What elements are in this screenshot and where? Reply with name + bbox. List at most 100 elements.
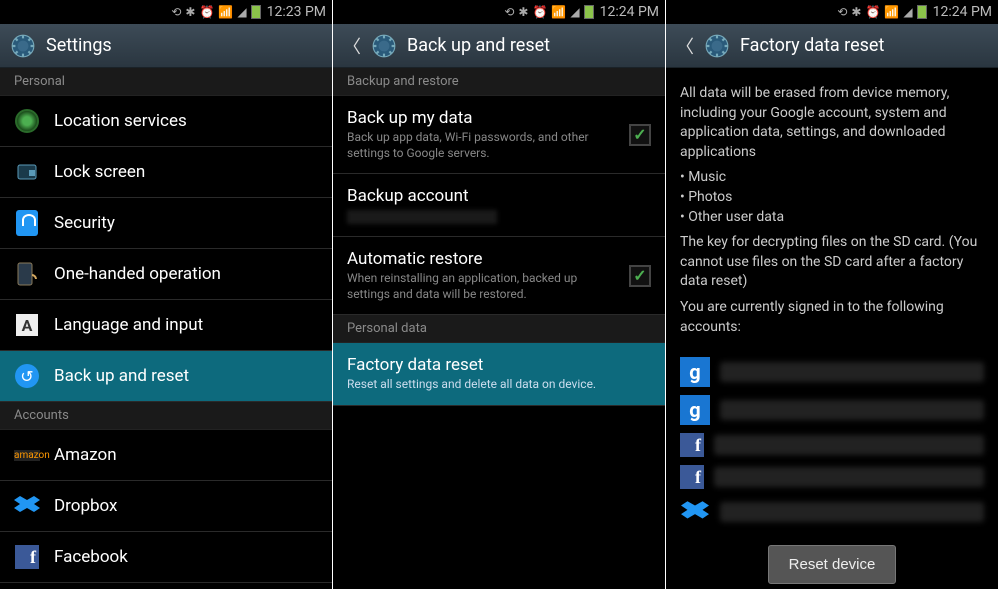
- section-backup-restore: Backup and restore: [333, 68, 665, 96]
- page-title: Settings: [46, 35, 112, 56]
- facebook-icon: f: [680, 465, 704, 489]
- item-label: One-handed operation: [54, 264, 318, 284]
- header: 〈 Factory data reset: [666, 24, 998, 68]
- wifi-icon: 📶: [884, 5, 899, 19]
- redacted-account: [347, 210, 497, 224]
- item-label: Factory data reset: [347, 355, 651, 375]
- item-security[interactable]: Security: [0, 198, 332, 249]
- dropbox-icon: [14, 493, 40, 519]
- item-label: Back up and reset: [54, 366, 318, 386]
- sync-icon: ⟲: [837, 5, 847, 19]
- header: Settings: [0, 24, 332, 68]
- section-personal-data: Personal data: [333, 315, 665, 343]
- alarm-icon: ⏰: [532, 5, 547, 19]
- item-automatic-restore[interactable]: Automatic restore When reinstalling an a…: [333, 237, 665, 315]
- alarm-icon: ⏰: [199, 5, 214, 19]
- google-icon: g: [680, 357, 710, 387]
- hand-icon: [14, 261, 40, 287]
- item-dropbox[interactable]: Dropbox: [0, 481, 332, 532]
- item-label: Automatic restore: [347, 249, 615, 269]
- item-facebook[interactable]: f Facebook: [0, 532, 332, 583]
- account-row-google: g: [666, 353, 998, 391]
- signed-in-text: You are currently signed in to the follo…: [680, 298, 984, 337]
- item-one-handed[interactable]: One-handed operation: [0, 249, 332, 300]
- item-subtitle: When reinstalling an application, backed…: [347, 271, 615, 302]
- account-row-dropbox: [666, 493, 998, 531]
- signal-icon: ◢: [237, 5, 246, 19]
- page-title: Back up and reset: [407, 35, 550, 56]
- item-label: Location services: [54, 111, 318, 131]
- sd-key-text: The key for decrypting files on the SD c…: [680, 233, 984, 292]
- facebook-icon: f: [15, 545, 39, 569]
- item-location-services[interactable]: Location services: [0, 96, 332, 147]
- status-bar: ⟲ ✱ ⏰ 📶 ◢ 12:24 PM: [333, 0, 665, 24]
- signal-icon: ◢: [903, 5, 912, 19]
- language-icon: A: [16, 314, 38, 336]
- account-row-facebook: f: [666, 429, 998, 461]
- status-bar: ⟲ ✱ ⏰ 📶 ◢ 12:23 PM: [0, 0, 332, 24]
- bluetooth-icon: ✱: [185, 5, 195, 19]
- item-language[interactable]: A Language and input: [0, 300, 332, 351]
- battery-icon: [251, 5, 261, 19]
- item-label: Lock screen: [54, 162, 318, 182]
- bullet-item: Other user data: [680, 208, 984, 228]
- bullet-item: Music: [680, 168, 984, 188]
- screen-factory-reset: ⟲ ✱ ⏰ 📶 ◢ 12:24 PM 〈 Factory data reset …: [666, 0, 999, 589]
- item-label: Facebook: [54, 547, 318, 567]
- gear-icon: [704, 33, 730, 59]
- item-backup-my-data[interactable]: Back up my data Back up app data, Wi-Fi …: [333, 96, 665, 174]
- redacted-account: [720, 400, 984, 420]
- item-label: Dropbox: [54, 496, 318, 516]
- item-lock-screen[interactable]: Lock screen: [0, 147, 332, 198]
- back-icon[interactable]: 〈: [676, 33, 694, 59]
- item-label: Back up my data: [347, 108, 615, 128]
- clock: 12:24 PM: [933, 4, 992, 20]
- item-label: Backup account: [347, 186, 651, 206]
- backup-icon: ↺: [15, 364, 39, 388]
- gear-icon: [10, 33, 36, 59]
- item-subtitle: Back up app data, Wi-Fi passwords, and o…: [347, 130, 615, 161]
- bullet-list: Music Photos Other user data: [680, 168, 984, 227]
- item-factory-reset[interactable]: Factory data reset Reset all settings an…: [333, 343, 665, 406]
- item-amazon[interactable]: amazon Amazon: [0, 430, 332, 481]
- checkbox-backup-my-data[interactable]: [629, 124, 651, 146]
- clock: 12:24 PM: [600, 4, 659, 20]
- reset-description: All data will be erased from device memo…: [666, 68, 998, 353]
- section-personal: Personal: [0, 68, 332, 96]
- lock-icon: [14, 159, 40, 185]
- alarm-icon: ⏰: [865, 5, 880, 19]
- screen-backup-reset: ⟲ ✱ ⏰ 📶 ◢ 12:24 PM 〈 Back up and reset B…: [333, 0, 666, 589]
- amazon-icon: amazon: [14, 450, 40, 461]
- sync-icon: ⟲: [171, 5, 181, 19]
- account-row-google: g: [666, 391, 998, 429]
- bullet-item: Photos: [680, 188, 984, 208]
- dropbox-icon: [680, 497, 710, 527]
- clock: 12:23 PM: [267, 4, 326, 20]
- item-backup-account[interactable]: Backup account: [333, 174, 665, 237]
- item-backup-reset[interactable]: ↺ Back up and reset: [0, 351, 332, 402]
- header: 〈 Back up and reset: [333, 24, 665, 68]
- shield-icon: [16, 210, 38, 236]
- bluetooth-icon: ✱: [518, 5, 528, 19]
- redacted-account: [720, 502, 984, 522]
- reset-device-button[interactable]: Reset device: [768, 545, 897, 584]
- wifi-icon: 📶: [218, 5, 233, 19]
- account-row-facebook: f: [666, 461, 998, 493]
- item-label: Amazon: [54, 445, 318, 465]
- section-accounts: Accounts: [0, 402, 332, 430]
- wifi-icon: 📶: [551, 5, 566, 19]
- screen-settings: ⟲ ✱ ⏰ 📶 ◢ 12:23 PM Settings Personal Loc…: [0, 0, 333, 589]
- location-icon: [15, 109, 39, 133]
- bluetooth-icon: ✱: [851, 5, 861, 19]
- gear-icon: [371, 33, 397, 59]
- checkbox-automatic-restore[interactable]: [629, 265, 651, 287]
- page-title: Factory data reset: [740, 35, 884, 56]
- back-icon[interactable]: 〈: [343, 33, 361, 59]
- facebook-icon: f: [680, 433, 704, 457]
- item-label: Security: [54, 213, 318, 233]
- status-bar: ⟲ ✱ ⏰ 📶 ◢ 12:24 PM: [666, 0, 998, 24]
- item-subtitle: Reset all settings and delete all data o…: [347, 377, 651, 393]
- intro-text: All data will be erased from device memo…: [680, 84, 984, 162]
- redacted-account: [714, 435, 984, 455]
- google-icon: g: [680, 395, 710, 425]
